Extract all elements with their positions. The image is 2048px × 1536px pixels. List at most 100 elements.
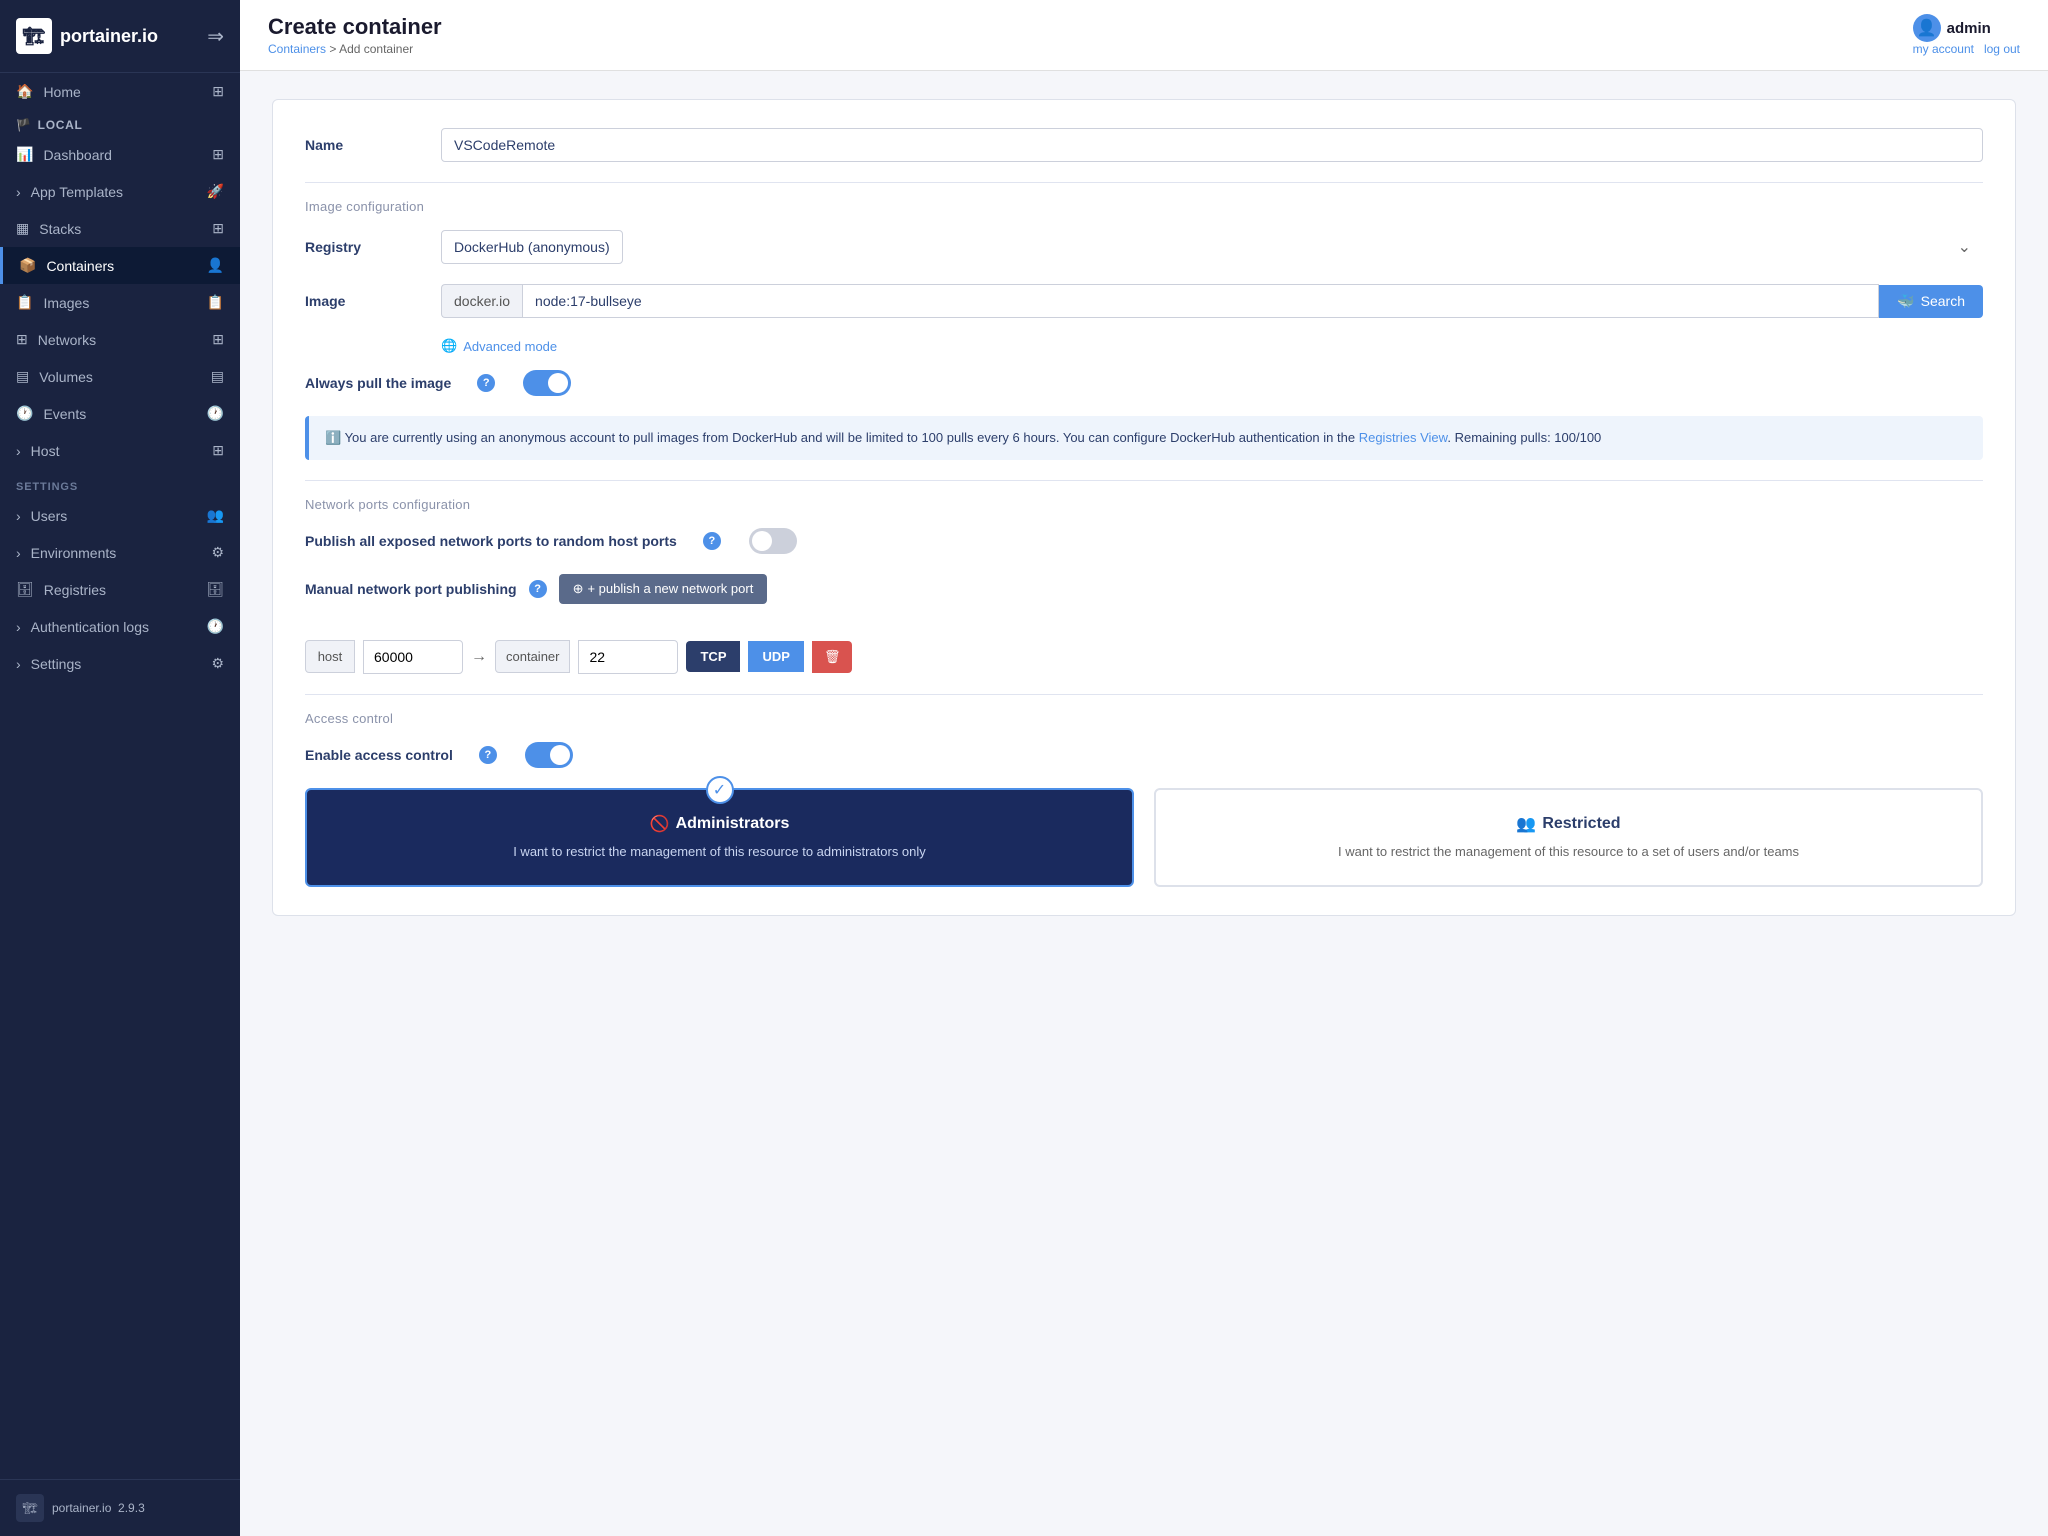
sidebar-item-images[interactable]: 📋 Images 📋 — [0, 284, 240, 321]
local-badge: 🏴 LOCAL — [0, 110, 240, 136]
content-area: Name Image configuration Registry Docker… — [240, 71, 2048, 1536]
page-title: Create container — [268, 14, 442, 40]
sidebar-item-networks[interactable]: ⊞ Networks ⊞ — [0, 321, 240, 358]
user-section: 👤 admin my account log out — [1913, 14, 2020, 56]
udp-button[interactable]: UDP — [748, 641, 803, 672]
enable-access-help-icon[interactable]: ? — [479, 746, 497, 764]
breadcrumb-separator: > — [329, 42, 339, 56]
restricted-icon: 👥 — [1516, 814, 1536, 834]
manual-port-label: Manual network port publishing — [305, 581, 517, 597]
restricted-title: 👥 Restricted — [1176, 814, 1961, 834]
tcp-button[interactable]: TCP — [686, 641, 740, 672]
sidebar-item-label-home: Home — [43, 84, 80, 100]
port-container-input[interactable] — [578, 640, 678, 674]
sidebar-item-label-environments: Environments — [31, 545, 117, 561]
user-links: my account log out — [1913, 42, 2020, 56]
always-pull-label: Always pull the image — [305, 375, 451, 391]
info-text: You are currently using an anonymous acc… — [345, 430, 1356, 445]
chevron-host-icon: › — [16, 443, 21, 459]
footer-logo-icon: 🏗 — [16, 1494, 44, 1522]
always-pull-toggle[interactable] — [523, 370, 571, 396]
publish-port-button[interactable]: ⊕ + publish a new network port — [559, 574, 768, 604]
port-host-label: host — [305, 640, 355, 673]
image-config-section-title: Image configuration — [305, 199, 1983, 214]
delete-port-button[interactable]: 🗑 — [812, 641, 853, 673]
image-config-divider — [305, 182, 1983, 183]
publish-all-toggle[interactable] — [749, 528, 797, 554]
name-label: Name — [305, 137, 425, 153]
enable-access-row: Enable access control ? — [305, 742, 1983, 768]
chevron-users-icon: › — [16, 508, 21, 524]
breadcrumb-link[interactable]: Containers — [268, 42, 326, 56]
topbar-left: Create container Containers > Add contai… — [268, 14, 442, 56]
chevron-env-icon: › — [16, 545, 21, 561]
sidebar-item-label-images: Images — [43, 295, 89, 311]
advanced-mode-link[interactable]: 🌐 Advanced mode — [441, 338, 1983, 354]
sidebar-item-label-dashboard: Dashboard — [43, 147, 112, 163]
sidebar-item-app-templates[interactable]: › App Templates 🚀 — [0, 173, 240, 210]
registries-icon: 🗄 — [16, 581, 34, 598]
image-input[interactable] — [522, 284, 1879, 318]
advanced-mode-label: Advanced mode — [463, 339, 557, 354]
always-pull-help-icon[interactable]: ? — [477, 374, 495, 392]
access-cards: ✓ 🚫 Administrators I want to restrict th… — [305, 788, 1983, 888]
publish-all-help-icon[interactable]: ? — [703, 532, 721, 550]
port-host-input[interactable] — [363, 640, 463, 674]
registry-select-wrapper: DockerHub (anonymous) — [441, 230, 1983, 264]
home-icon: 🏠 — [16, 83, 33, 100]
image-prefix: docker.io — [441, 284, 522, 318]
administrators-title: 🚫 Administrators — [327, 814, 1112, 834]
manual-port-section: Manual network port publishing ? ⊕ + pub… — [305, 574, 1983, 674]
events-nav-icon: 🕐 — [207, 405, 224, 422]
chevron-auth-icon: › — [16, 619, 21, 635]
restricted-card[interactable]: 👥 Restricted I want to restrict the mana… — [1154, 788, 1983, 888]
sidebar-item-volumes[interactable]: ▤ Volumes ▤ — [0, 358, 240, 395]
name-input[interactable] — [441, 128, 1983, 162]
auth-logs-nav-icon: 🕐 — [207, 618, 224, 635]
registries-nav-icon: 🗄 — [206, 581, 224, 598]
containers-icon: 📦 — [19, 257, 36, 274]
sidebar-item-registries[interactable]: 🗄 Registries 🗄 — [0, 571, 240, 608]
user-avatar-icon: 👤 — [1913, 14, 1941, 42]
info-icon: ℹ️ — [325, 430, 341, 445]
sidebar-item-containers[interactable]: 📦 Containers 👤 — [0, 247, 240, 284]
manual-port-help-icon[interactable]: ? — [529, 580, 547, 598]
footer-text: portainer.io 2.9.3 — [52, 1501, 145, 1515]
dashboard-nav-icon: ⊞ — [212, 146, 224, 163]
username: admin — [1947, 20, 1991, 37]
sidebar-item-environments[interactable]: › Environments ⚙ — [0, 534, 240, 571]
always-pull-row: Always pull the image ? — [305, 370, 1983, 396]
sidebar-item-auth-logs[interactable]: › Authentication logs 🕐 — [0, 608, 240, 645]
logo-text: portainer.io — [60, 26, 158, 47]
networks-nav-icon: ⊞ — [212, 331, 224, 348]
network-ports-divider — [305, 480, 1983, 481]
sidebar-item-settings[interactable]: › Settings ⚙ — [0, 645, 240, 682]
sidebar-logo-area: 🏗 portainer.io ⇒ — [0, 0, 240, 73]
log-out-link[interactable]: log out — [1984, 42, 2020, 56]
sidebar-item-stacks[interactable]: ▦ Stacks ⊞ — [0, 210, 240, 247]
sidebar-item-label-app-templates: App Templates — [31, 184, 123, 200]
administrators-icon: 🚫 — [650, 814, 670, 834]
sidebar-item-label-settings: Settings — [31, 656, 82, 672]
sidebar-item-users[interactable]: › Users 👥 — [0, 497, 240, 534]
form-card: Name Image configuration Registry Docker… — [272, 99, 2016, 916]
sidebar-item-host[interactable]: › Host ⊞ — [0, 432, 240, 469]
administrators-text: I want to restrict the management of thi… — [327, 842, 1112, 862]
sidebar-item-label-containers: Containers — [46, 258, 114, 274]
registries-view-link[interactable]: Registries View — [1359, 430, 1448, 445]
registry-select[interactable]: DockerHub (anonymous) — [441, 230, 623, 264]
sidebar-item-events[interactable]: 🕐 Events 🕐 — [0, 395, 240, 432]
search-button[interactable]: 🐳 Search — [1879, 285, 1983, 318]
users-nav-icon: 👥 — [207, 507, 224, 524]
administrators-card[interactable]: ✓ 🚫 Administrators I want to restrict th… — [305, 788, 1134, 888]
image-input-group: docker.io 🐳 Search — [441, 284, 1983, 318]
enable-access-toggle[interactable] — [525, 742, 573, 768]
sidebar-nav-home[interactable]: 🏠 Home ⊞ — [0, 73, 240, 110]
sidebar-item-dashboard[interactable]: 📊 Dashboard ⊞ — [0, 136, 240, 173]
transfer-icon[interactable]: ⇒ — [207, 24, 224, 49]
networks-icon: ⊞ — [16, 331, 28, 348]
my-account-link[interactable]: my account — [1913, 42, 1974, 56]
sidebar-footer: 🏗 portainer.io 2.9.3 — [0, 1479, 240, 1536]
chevron-settings-icon: › — [16, 656, 21, 672]
events-icon: 🕐 — [16, 405, 33, 422]
